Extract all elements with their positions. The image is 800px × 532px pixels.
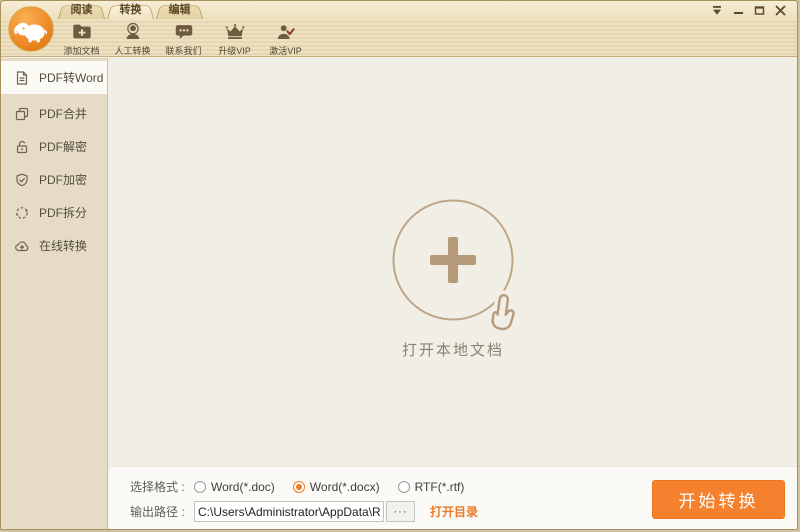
elephant-logo-icon: [8, 6, 54, 52]
radio-label: Word(*.docx): [309, 479, 380, 494]
tool-label: 联系我们: [165, 46, 202, 56]
radio-circle[interactable]: [194, 480, 206, 493]
ribbon-tabs: 阅读 转换 编辑: [58, 2, 205, 19]
minimize-icon[interactable]: [731, 4, 745, 16]
tab-edit[interactable]: 编辑: [156, 2, 203, 19]
app-logo[interactable]: [8, 6, 54, 52]
sidebar: PDF转Word PDF合并 PDF解密 PDF加密 PDF拆分 在线转换: [1, 58, 108, 529]
browse-button[interactable]: ···: [386, 501, 415, 522]
sidebar-item-label: PDF合并: [39, 107, 88, 121]
contact-us-button[interactable]: 联系我们: [158, 21, 209, 57]
tap-hand-icon: [487, 290, 519, 334]
sidebar-item-pdf-decrypt[interactable]: PDF解密: [1, 130, 107, 163]
manual-convert-button[interactable]: 人工转换: [107, 21, 158, 57]
tool-label: 添加文档: [63, 46, 100, 56]
add-document-icon: [72, 24, 91, 39]
tool-label: 激活VIP: [269, 46, 302, 56]
open-directory-link[interactable]: 打开目录: [430, 503, 478, 520]
sidebar-item-pdf-to-word[interactable]: PDF转Word: [1, 61, 107, 94]
tab-label: 转换: [119, 4, 142, 16]
main-area: 打开本地文档: [109, 58, 797, 466]
output-path-input[interactable]: [194, 501, 384, 522]
sidebar-item-label: PDF拆分: [39, 206, 88, 220]
sidebar-item-label: PDF加密: [39, 173, 88, 187]
format-label: 选择格式 :: [130, 480, 185, 494]
sidebar-item-label: PDF转Word: [39, 71, 104, 85]
pdf-decrypt-icon: [16, 140, 28, 153]
add-document-button[interactable]: 添加文档: [56, 21, 107, 57]
radio-circle[interactable]: [397, 480, 410, 493]
footer-bar: 选择格式 : Word(*.doc) Word(*.docx) RTF(*.rt…: [109, 466, 797, 529]
window-controls: [710, 4, 787, 16]
sidebar-item-pdf-encrypt[interactable]: PDF加密: [1, 163, 107, 196]
sidebar-item-online-convert[interactable]: 在线转换: [1, 229, 107, 262]
upgrade-vip-button[interactable]: 升级VIP: [209, 21, 260, 57]
tool-label: 人工转换: [114, 46, 151, 56]
radio-word-doc[interactable]: Word(*.doc): [194, 480, 275, 494]
plus-icon: [448, 237, 458, 283]
activate-vip-button[interactable]: 激活VIP: [260, 21, 311, 57]
maximize-icon[interactable]: [752, 4, 766, 16]
upgrade-vip-icon: [225, 24, 244, 39]
contact-us-icon: [175, 25, 192, 40]
online-convert-icon: [15, 240, 29, 251]
sidebar-item-pdf-merge[interactable]: PDF合并: [1, 97, 107, 130]
tab-label: 阅读: [70, 4, 93, 16]
output-path-label: 输出路径 :: [130, 505, 185, 519]
manual-convert-icon: [126, 22, 139, 39]
radio-circle[interactable]: [292, 480, 305, 493]
pdf-split-icon: [16, 206, 28, 219]
start-convert-button[interactable]: 开始转换: [652, 480, 785, 519]
tool-label: 升级VIP: [218, 46, 251, 56]
radio-word-docx[interactable]: Word(*.docx): [292, 479, 380, 494]
pdf-to-word-icon: [16, 70, 28, 85]
pdf-encrypt-icon: [16, 173, 28, 186]
tab-convert[interactable]: 转换: [107, 2, 154, 19]
app-window: 阅读 转换 编辑 添加文档 人工转换 联系我们 升级VIP 激活VIP PDF转…: [0, 0, 798, 530]
pdf-merge-icon: [15, 107, 29, 120]
dropzone-label: 打开本地文档: [401, 342, 504, 359]
activate-vip-icon: [277, 25, 295, 39]
sidebar-item-pdf-split[interactable]: PDF拆分: [1, 196, 107, 229]
radio-label: Word(*.doc): [211, 479, 275, 494]
tab-label: 编辑: [168, 4, 191, 16]
menu-icon[interactable]: [710, 4, 724, 16]
app-body: PDF转Word PDF合并 PDF解密 PDF加密 PDF拆分 在线转换 打开…: [1, 58, 797, 529]
titlebar: 阅读 转换 编辑: [1, 1, 797, 19]
radio-rtf[interactable]: RTF(*.rtf): [397, 479, 465, 494]
sidebar-item-label: PDF解密: [39, 140, 88, 154]
open-local-document-dropzone[interactable]: 打开本地文档: [391, 198, 519, 360]
tab-read[interactable]: 阅读: [58, 2, 105, 19]
sidebar-item-label: 在线转换: [39, 239, 88, 253]
close-icon[interactable]: [773, 4, 787, 16]
toolbar: 添加文档 人工转换 联系我们 升级VIP 激活VIP: [1, 19, 797, 57]
radio-label: RTF(*.rtf): [414, 479, 465, 494]
